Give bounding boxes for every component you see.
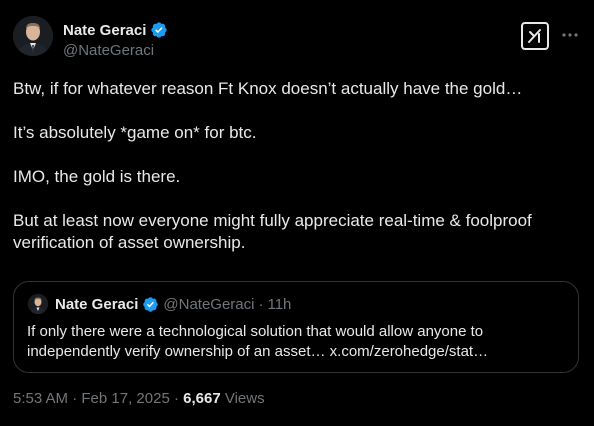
quoted-tweet-header: Nate Geraci @NateGeraci · 11h xyxy=(55,294,291,314)
separator-dot: · xyxy=(72,390,78,407)
tweet: Nate Geraci @NateGeraci Btw, if for what… xyxy=(0,0,594,426)
views-label: Views xyxy=(224,390,265,407)
quoted-author-name[interactable]: Nate Geraci xyxy=(55,296,138,313)
tweet-paragraph: IMO, the gold is there. xyxy=(13,167,181,186)
tweet-meta: 5:53 AM · Feb 17, 2025 · 6,667 Views xyxy=(13,390,265,407)
author-avatar[interactable] xyxy=(13,16,53,56)
quoted-author-handle[interactable]: @NateGeraci xyxy=(163,296,254,313)
author-handle[interactable]: @NateGeraci xyxy=(63,42,154,59)
quoted-tweet-time[interactable]: 11h xyxy=(267,296,291,313)
quoted-tweet-text: If only there were a technological solut… xyxy=(27,323,489,360)
verified-badge-icon xyxy=(142,296,159,313)
grok-icon[interactable] xyxy=(521,22,549,50)
views-count: 6,667 xyxy=(183,390,221,407)
tweet-paragraph: But at least now everyone might fully ap… xyxy=(13,211,532,252)
verified-badge-icon[interactable] xyxy=(150,21,168,39)
separator-dot: · xyxy=(173,390,179,407)
author-name[interactable]: Nate Geraci xyxy=(63,22,146,39)
tweet-body: Btw, if for whatever reason Ft Knox does… xyxy=(13,78,573,254)
author-name-row[interactable]: Nate Geraci xyxy=(63,20,168,40)
tweet-date[interactable]: Feb 17, 2025 xyxy=(81,390,169,407)
tweet-paragraph: It’s absolutely *game on* for btc. xyxy=(13,123,257,142)
tweet-time[interactable]: 5:53 AM xyxy=(13,390,68,407)
separator-dot: · xyxy=(258,295,264,313)
tweet-paragraph: Btw, if for whatever reason Ft Knox does… xyxy=(13,79,523,98)
quoted-author-avatar[interactable] xyxy=(28,294,48,314)
more-options-icon[interactable] xyxy=(560,25,580,45)
quoted-tweet-card[interactable]: Nate Geraci @NateGeraci · 11h If only th… xyxy=(13,281,579,373)
